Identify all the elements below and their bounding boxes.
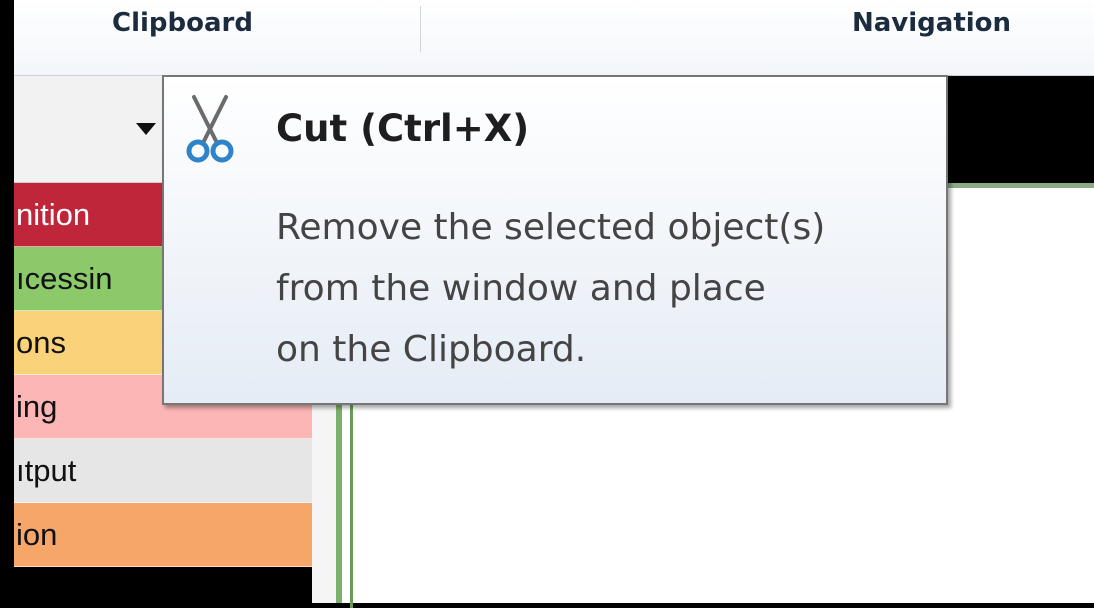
ribbon-group-separator [420, 6, 421, 52]
ribbon-group-navigation-label: Navigation [852, 8, 1012, 38]
list-item[interactable]: ion [14, 503, 312, 567]
left-edge [0, 0, 14, 603]
tooltip-title: Cut (Ctrl+X) [276, 107, 530, 150]
tooltip-description-line: on the Clipboard. [276, 329, 587, 370]
ribbon-group-labels: Clipboard Navigation [14, 0, 1094, 76]
tooltip-description: Remove the selected object(s) from the w… [276, 197, 936, 380]
cut-tooltip: Cut (Ctrl+X) Remove the selected object(… [162, 75, 948, 405]
tooltip-description-line: Remove the selected object(s) [276, 207, 826, 248]
tooltip-description-line: from the window and place [276, 268, 766, 309]
scissors-icon [180, 89, 240, 169]
chevron-down-icon[interactable] [136, 123, 156, 135]
list-item[interactable]: ıtput [14, 439, 312, 503]
ribbon-group-clipboard-label: Clipboard [112, 8, 253, 38]
